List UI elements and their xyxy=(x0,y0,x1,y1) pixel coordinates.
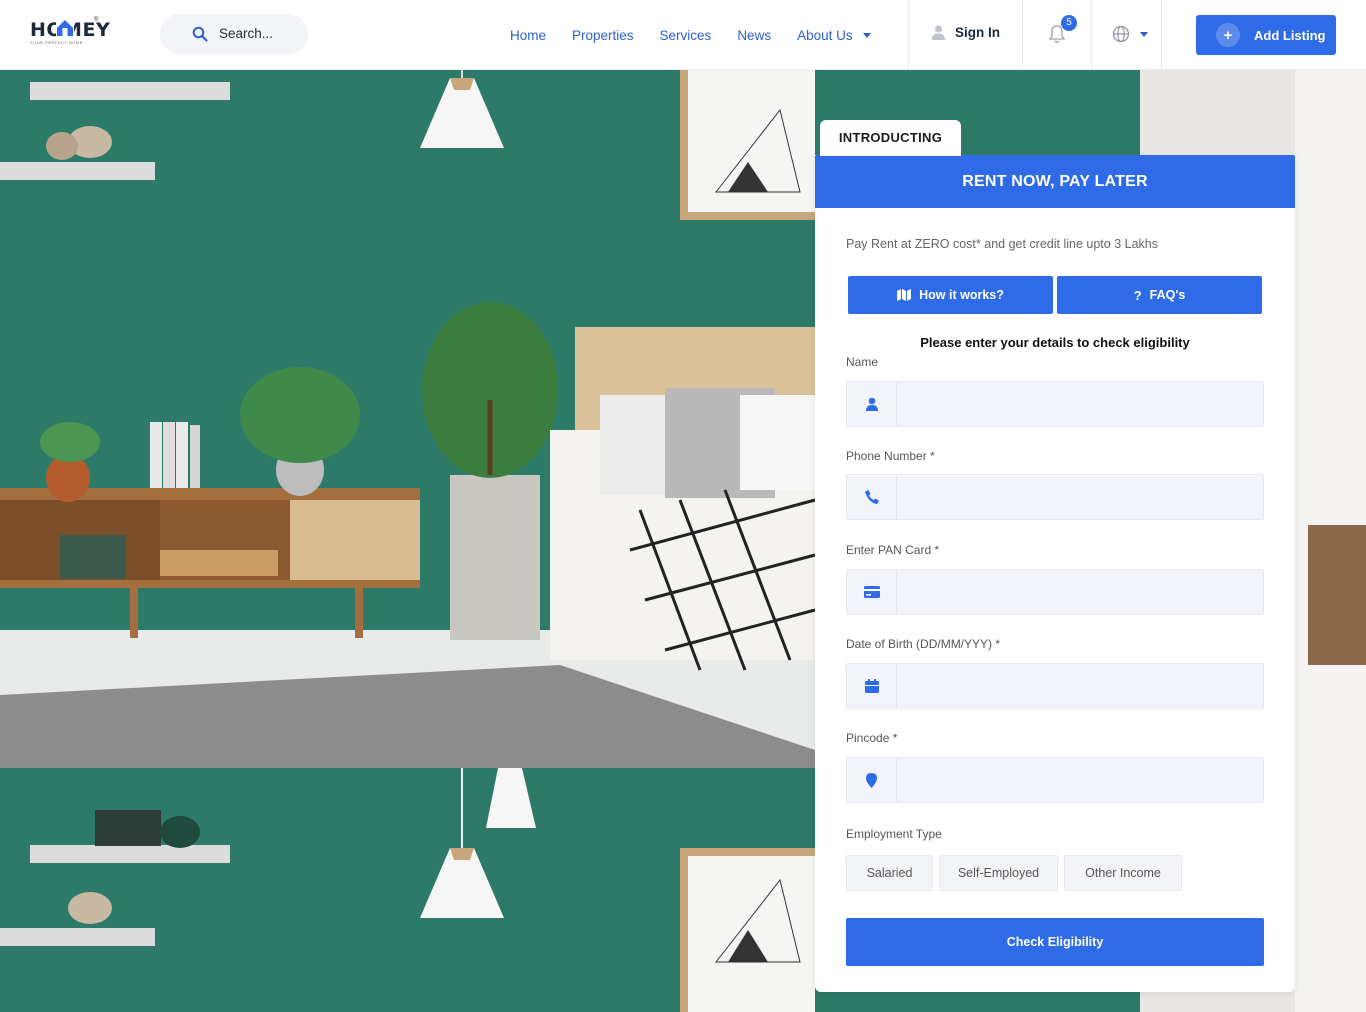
info-buttons: How it works? ? FAQ's xyxy=(848,276,1262,314)
employment-options: Salaried Self-Employed Other Income xyxy=(846,855,1188,891)
card-icon xyxy=(847,570,897,614)
search-icon xyxy=(192,26,208,42)
header-divider xyxy=(1022,0,1023,70)
form-subtitle: Pay Rent at ZERO cost* and get credit li… xyxy=(846,237,1158,251)
form-prompt: Please enter your details to check eligi… xyxy=(920,335,1190,350)
user-icon xyxy=(932,25,945,40)
logo[interactable]: HOMEY ® YOUR PERFECT HOME xyxy=(30,16,110,46)
option-self-employed[interactable]: Self-Employed xyxy=(939,855,1058,891)
logo-house-icon xyxy=(56,19,74,36)
nav-about-us-label: About Us xyxy=(797,27,853,43)
name-input[interactable] xyxy=(897,382,1263,426)
question-icon: ? xyxy=(1133,287,1142,303)
how-it-works-label: How it works? xyxy=(919,288,1004,302)
sign-in-label: Sign In xyxy=(955,25,1000,40)
globe-icon[interactable] xyxy=(1112,25,1130,43)
nav-home[interactable]: Home xyxy=(510,28,546,43)
option-other-income[interactable]: Other Income xyxy=(1064,855,1182,891)
header-divider xyxy=(908,0,909,70)
add-listing-button[interactable]: + Add Listing xyxy=(1196,15,1336,55)
search-input[interactable]: Search... xyxy=(219,26,273,41)
employment-label: Employment Type xyxy=(846,827,942,841)
nav-about-us[interactable]: About Us xyxy=(797,28,871,43)
how-it-works-button[interactable]: How it works? xyxy=(848,276,1053,314)
logo-tagline: YOUR PERFECT HOME xyxy=(30,40,83,45)
map-pin-icon xyxy=(847,758,897,802)
phone-icon xyxy=(847,475,897,519)
plus-icon: + xyxy=(1216,23,1240,47)
form-title: RENT NOW, PAY LATER xyxy=(815,155,1295,208)
calendar-icon xyxy=(847,664,897,708)
phone-field[interactable] xyxy=(846,474,1264,520)
nav-news[interactable]: News xyxy=(737,28,771,43)
notification-badge: 5 xyxy=(1061,15,1077,31)
add-listing-label: Add Listing xyxy=(1254,27,1326,43)
pan-input[interactable] xyxy=(897,570,1263,614)
pincode-input[interactable] xyxy=(897,758,1263,802)
dob-input[interactable] xyxy=(897,664,1263,708)
pincode-field[interactable] xyxy=(846,757,1264,803)
header-divider xyxy=(1091,0,1092,70)
pan-label: Enter PAN Card * xyxy=(846,543,940,557)
phone-label: Phone Number * xyxy=(846,449,935,463)
introducing-tab: INTRODUCTING xyxy=(820,120,961,156)
name-field[interactable] xyxy=(846,381,1264,427)
faq-label: FAQ's xyxy=(1149,288,1186,302)
map-icon xyxy=(897,289,912,301)
nav-services[interactable]: Services xyxy=(660,28,712,43)
dob-field[interactable] xyxy=(846,663,1264,709)
chevron-down-icon xyxy=(862,32,871,38)
rent-form-card: RENT NOW, PAY LATER Pay Rent at ZERO cos… xyxy=(815,155,1295,992)
pan-field[interactable] xyxy=(846,569,1264,615)
phone-input[interactable] xyxy=(897,475,1263,519)
site-header: HOMEY ® YOUR PERFECT HOME Search... Home… xyxy=(0,0,1366,70)
header-divider xyxy=(1161,0,1162,70)
chevron-down-icon[interactable] xyxy=(1140,32,1148,37)
pincode-label: Pincode * xyxy=(846,731,898,745)
name-label: Name xyxy=(846,355,879,369)
option-salaried[interactable]: Salaried xyxy=(846,855,933,891)
check-eligibility-button[interactable]: Check Eligibility xyxy=(846,918,1264,966)
faq-button[interactable]: ? FAQ's xyxy=(1057,276,1262,314)
nav-properties[interactable]: Properties xyxy=(572,28,634,43)
search-box[interactable]: Search... xyxy=(160,14,308,54)
user-icon xyxy=(847,382,897,426)
logo-tm: ® xyxy=(94,17,99,23)
dob-label: Date of Birth (DD/MM/YYY) * xyxy=(846,637,1001,651)
sign-in-button[interactable]: Sign In xyxy=(932,25,1000,40)
main-nav: Home Properties Services News About Us xyxy=(510,0,897,70)
